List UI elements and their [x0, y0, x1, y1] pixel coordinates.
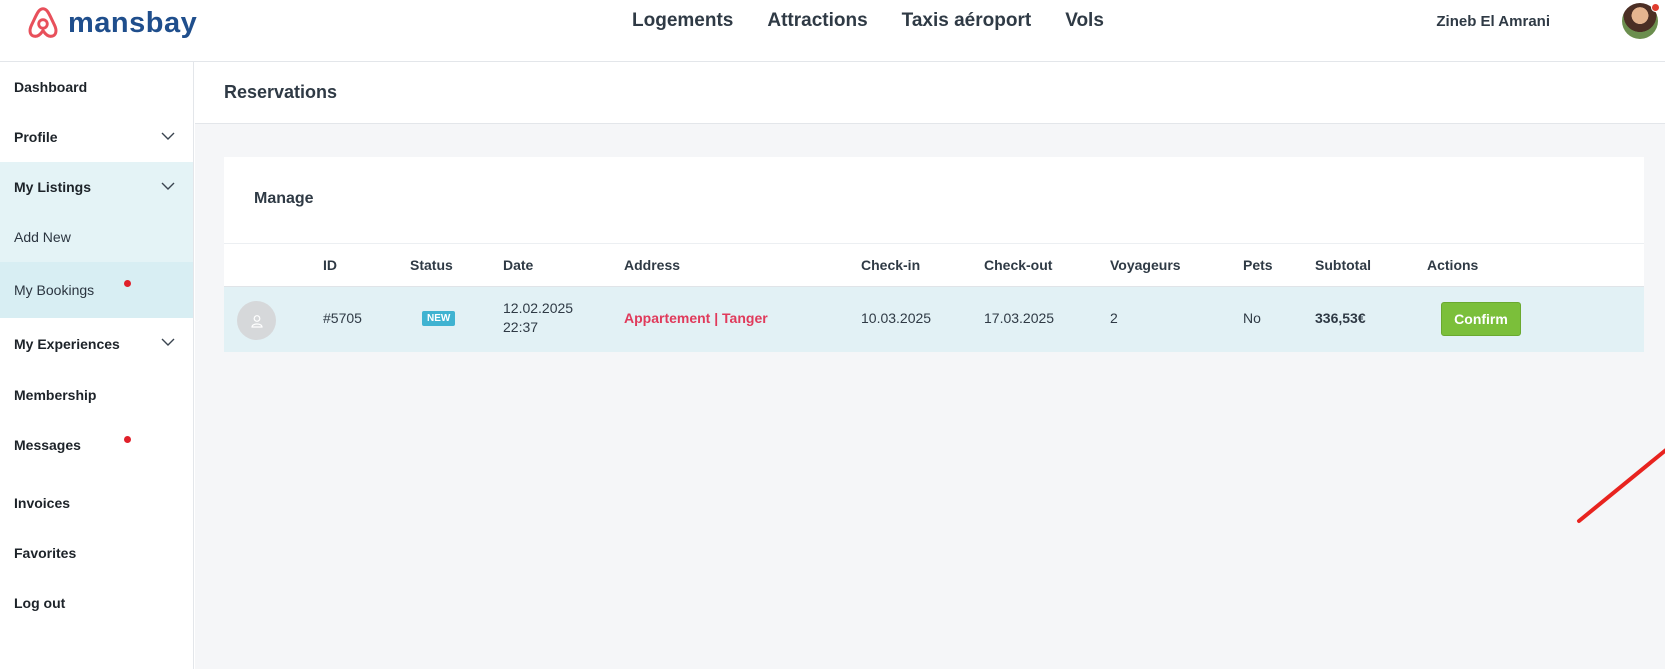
manage-card: Manage ID Status Date Address Check-in C… [224, 157, 1644, 352]
column-header-checkout: Check-out [984, 257, 1053, 273]
chevron-down-icon [161, 182, 175, 190]
cell-checkin: 10.03.2025 [861, 310, 932, 326]
top-nav: Logements Attractions Taxis aéroport Vol… [632, 10, 1104, 32]
column-header-address: Address [624, 257, 681, 273]
sidebar: Dashboard Profile My Listings Add New My… [0, 62, 194, 669]
nav-logements[interactable]: Logements [632, 10, 733, 32]
sidebar-item-label: Profile [14, 129, 58, 145]
sidebar-item-label: Add New [14, 229, 71, 245]
page-title: Reservations [224, 82, 338, 102]
annotation-arrow-icon [1577, 448, 1665, 523]
cell-voyageurs: 2 [1110, 310, 1118, 326]
sidebar-item-label: Messages [14, 437, 81, 453]
chevron-down-icon [161, 132, 175, 140]
airbnb-like-logo-icon [28, 7, 58, 38]
column-header-subtotal: Subtotal [1315, 257, 1371, 273]
sidebar-item-label: Dashboard [14, 79, 88, 95]
page-header: Reservations [195, 62, 1665, 124]
top-header: mansbay Logements Attractions Taxis aéro… [0, 0, 1665, 62]
notification-dot [124, 280, 131, 287]
sidebar-item-label: Log out [14, 595, 66, 611]
sidebar-item-membership[interactable]: Membership [0, 370, 193, 420]
column-header-id: ID [323, 257, 337, 273]
nav-vols[interactable]: Vols [1065, 10, 1104, 32]
confirm-button[interactable]: Confirm [1441, 302, 1521, 336]
sidebar-item-my-listings[interactable]: My Listings [0, 162, 193, 212]
address-link[interactable]: Appartement | Tanger [624, 310, 768, 326]
user-icon [250, 314, 263, 328]
column-header-status: Status [410, 257, 453, 273]
column-header-actions: Actions [1427, 257, 1479, 273]
sidebar-item-invoices[interactable]: Invoices [0, 478, 193, 528]
column-header-date: Date [503, 257, 534, 273]
guest-avatar [237, 301, 276, 340]
column-header-pets: Pets [1243, 257, 1273, 273]
cell-date: 12.02.2025 [503, 300, 574, 316]
sidebar-item-profile[interactable]: Profile [0, 112, 193, 162]
sidebar-item-label: Invoices [14, 495, 71, 511]
sidebar-item-add-new[interactable]: Add New [0, 212, 193, 262]
sidebar-item-label: My Listings [14, 179, 92, 195]
cell-id: #5705 [323, 310, 362, 326]
column-header-voyageurs: Voyageurs [1110, 257, 1181, 273]
sidebar-item-messages[interactable]: Messages [0, 420, 193, 470]
cell-checkout: 17.03.2025 [984, 310, 1055, 326]
nav-taxis[interactable]: Taxis aéroport [902, 10, 1032, 32]
cell-pets: No [1243, 310, 1261, 326]
chevron-down-icon [161, 338, 175, 346]
notification-dot [124, 436, 131, 443]
sidebar-item-my-bookings[interactable]: My Bookings [0, 262, 193, 318]
status-badge: NEW [422, 311, 456, 326]
sidebar-item-favorites[interactable]: Favorites [0, 528, 193, 578]
sidebar-item-label: Favorites [14, 545, 77, 561]
main-content: Reservations Manage ID Status Date Addre… [195, 62, 1665, 669]
sidebar-item-my-experiences[interactable]: My Experiences [0, 318, 193, 370]
column-header-checkin: Check-in [861, 257, 921, 273]
sidebar-item-label: My Experiences [14, 336, 120, 352]
sidebar-item-label: My Bookings [14, 282, 95, 298]
sidebar-item-log-out[interactable]: Log out [0, 578, 193, 628]
nav-attractions[interactable]: Attractions [767, 10, 867, 32]
card-title: Manage [254, 190, 314, 207]
sidebar-item-label: Membership [14, 387, 97, 403]
brand-name: mansbay [68, 6, 198, 39]
sidebar-item-dashboard[interactable]: Dashboard [0, 62, 193, 112]
table-header: ID Status Date Address Check-in Check-ou… [224, 243, 1644, 287]
cell-subtotal: 336,53€ [1315, 310, 1366, 326]
cell-time: 22:37 [503, 319, 539, 335]
brand-logo[interactable]: mansbay [24, 4, 197, 42]
table-row[interactable]: #5705 NEW 12.02.2025 22:37 Appartement |… [224, 287, 1644, 352]
notification-dot [1651, 3, 1660, 12]
avatar[interactable] [1622, 3, 1660, 39]
user-name[interactable]: Zineb El Amrani [1436, 13, 1550, 30]
